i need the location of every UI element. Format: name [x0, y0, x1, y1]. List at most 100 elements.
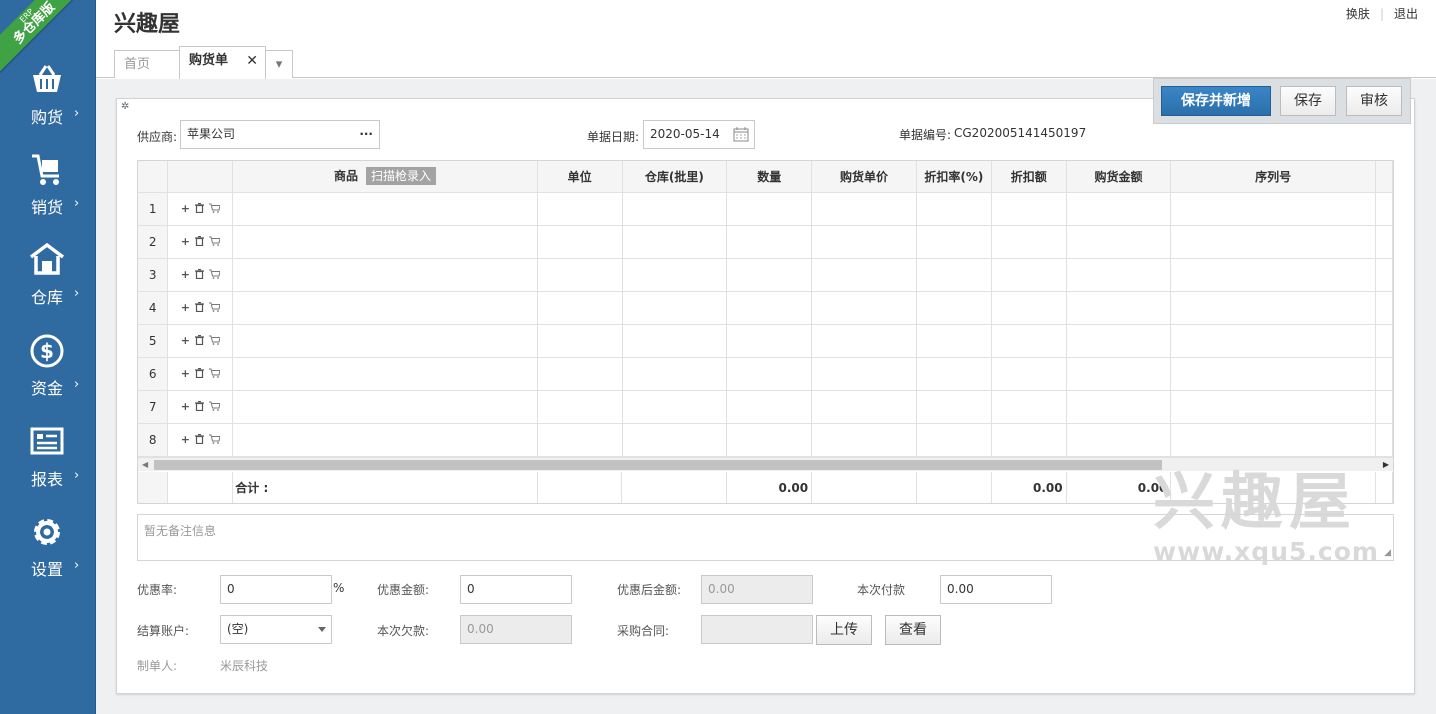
- remark-textarea[interactable]: 暂无备注信息 ◢: [137, 514, 1394, 561]
- grid-cell[interactable]: [1066, 291, 1172, 325]
- grid-cell[interactable]: [622, 291, 728, 325]
- grid-cell[interactable]: [991, 192, 1067, 226]
- grid-cell[interactable]: [622, 423, 728, 457]
- grid-cell[interactable]: [991, 390, 1067, 424]
- logout-link[interactable]: 退出: [1394, 7, 1418, 21]
- grid-cell[interactable]: [1066, 192, 1172, 226]
- column-settings-icon[interactable]: ✲: [121, 101, 129, 112]
- grid-cell[interactable]: [811, 357, 917, 391]
- trash-icon[interactable]: [195, 301, 205, 313]
- col-unit-price[interactable]: 购货单价: [811, 161, 917, 193]
- add-row-icon[interactable]: +: [181, 433, 191, 446]
- add-row-icon[interactable]: +: [181, 235, 191, 248]
- grid-cell[interactable]: [232, 357, 538, 391]
- grid-cell[interactable]: [1170, 423, 1376, 457]
- cart-icon[interactable]: [208, 434, 221, 444]
- col-warehouse[interactable]: 仓库(批里): [622, 161, 728, 193]
- cart-icon[interactable]: [208, 269, 221, 279]
- grid-cell[interactable]: [1170, 192, 1376, 226]
- resize-grip-icon[interactable]: ◢: [1384, 548, 1391, 558]
- grid-cell[interactable]: [916, 357, 992, 391]
- grid-cell[interactable]: [1170, 357, 1376, 391]
- grid-cell[interactable]: [1066, 390, 1172, 424]
- tab-home[interactable]: 首页: [114, 50, 180, 78]
- add-row-icon[interactable]: +: [181, 334, 191, 347]
- grid-cell[interactable]: [726, 324, 813, 358]
- discount-amount-input[interactable]: 0: [460, 575, 572, 604]
- sidebar-item-reports[interactable]: 报表 ›: [0, 424, 95, 514]
- save-and-new-button[interactable]: 保存并新增: [1161, 86, 1271, 116]
- supplier-input[interactable]: 苹果公司 ···: [180, 120, 380, 149]
- upload-button[interactable]: 上传: [816, 615, 872, 645]
- grid-cell[interactable]: [916, 258, 992, 292]
- grid-cell[interactable]: [232, 324, 538, 358]
- grid-cell[interactable]: [811, 192, 917, 226]
- sidebar-item-purchase[interactable]: 购货 ›: [0, 62, 95, 152]
- close-icon[interactable]: ✕: [246, 47, 258, 75]
- scroll-left-icon[interactable]: ◀: [142, 458, 148, 472]
- grid-cell[interactable]: [622, 390, 728, 424]
- trash-icon[interactable]: [195, 334, 205, 346]
- grid-cell[interactable]: [991, 258, 1067, 292]
- calendar-icon[interactable]: [733, 127, 749, 142]
- grid-cell[interactable]: [537, 192, 623, 226]
- grid-cell[interactable]: [726, 192, 813, 226]
- grid-cell[interactable]: [991, 291, 1067, 325]
- account-select[interactable]: (空): [220, 615, 332, 644]
- col-discount-rate[interactable]: 折扣率(%): [916, 161, 992, 193]
- trash-icon[interactable]: [195, 433, 205, 445]
- grid-cell[interactable]: [916, 225, 992, 259]
- audit-button[interactable]: 审核: [1346, 86, 1402, 116]
- grid-cell[interactable]: [622, 324, 728, 358]
- cart-icon[interactable]: [208, 368, 221, 378]
- grid-cell[interactable]: [811, 324, 917, 358]
- grid-cell[interactable]: [537, 291, 623, 325]
- grid-cell[interactable]: [916, 324, 992, 358]
- cart-icon[interactable]: [208, 236, 221, 246]
- grid-cell[interactable]: [726, 291, 813, 325]
- grid-cell[interactable]: [537, 423, 623, 457]
- grid-cell[interactable]: [726, 225, 813, 259]
- add-row-icon[interactable]: +: [181, 367, 191, 380]
- grid-cell[interactable]: [916, 390, 992, 424]
- grid-cell[interactable]: [991, 423, 1067, 457]
- scan-entry-button[interactable]: 扫描枪录入: [365, 167, 436, 186]
- tab-dropdown-icon[interactable]: ▾: [265, 50, 293, 78]
- grid-cell[interactable]: [232, 390, 538, 424]
- grid-cell[interactable]: [537, 357, 623, 391]
- grid-cell[interactable]: [916, 192, 992, 226]
- grid-cell[interactable]: [1170, 324, 1376, 358]
- grid-cell[interactable]: [232, 423, 538, 457]
- trash-icon[interactable]: [195, 367, 205, 379]
- scrollbar-thumb[interactable]: [154, 460, 1162, 470]
- grid-cell[interactable]: [811, 258, 917, 292]
- sidebar-item-settings[interactable]: 设置 ›: [0, 514, 95, 604]
- col-unit[interactable]: 单位: [537, 161, 623, 193]
- grid-cell[interactable]: [1066, 258, 1172, 292]
- tab-purchase-order[interactable]: 购货单 ✕: [179, 46, 266, 79]
- grid-cell[interactable]: [726, 357, 813, 391]
- grid-cell[interactable]: [232, 192, 538, 226]
- grid-cell[interactable]: [537, 225, 623, 259]
- add-row-icon[interactable]: +: [181, 202, 191, 215]
- grid-cell[interactable]: [991, 324, 1067, 358]
- col-serial[interactable]: 序列号: [1170, 161, 1376, 193]
- payment-input[interactable]: 0.00: [940, 575, 1052, 604]
- cart-icon[interactable]: [208, 302, 221, 312]
- grid-cell[interactable]: [537, 258, 623, 292]
- add-row-icon[interactable]: +: [181, 400, 191, 413]
- sidebar-item-funds[interactable]: $ 资金 ›: [0, 333, 95, 423]
- grid-cell[interactable]: [1170, 225, 1376, 259]
- grid-cell[interactable]: [232, 258, 538, 292]
- trash-icon[interactable]: [195, 268, 205, 280]
- trash-icon[interactable]: [195, 400, 205, 412]
- sidebar-item-sales[interactable]: 销货 ›: [0, 152, 95, 242]
- scroll-right-icon[interactable]: ▶: [1383, 458, 1389, 472]
- grid-cell[interactable]: [232, 225, 538, 259]
- grid-cell[interactable]: [622, 258, 728, 292]
- grid-cell[interactable]: [726, 258, 813, 292]
- grid-cell[interactable]: [811, 225, 917, 259]
- grid-cell[interactable]: [1170, 291, 1376, 325]
- sidebar-item-warehouse[interactable]: 仓库 ›: [0, 242, 95, 332]
- more-icon[interactable]: ···: [359, 121, 373, 148]
